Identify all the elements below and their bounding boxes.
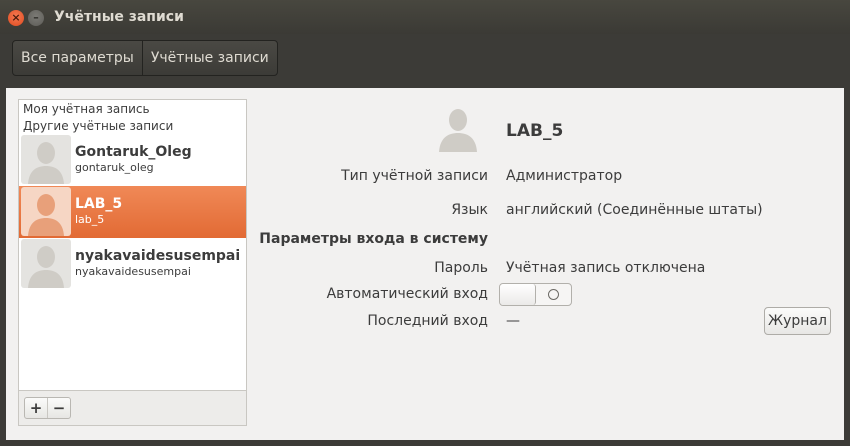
- avatar: [21, 239, 71, 288]
- user-name: LAB_5: [75, 196, 123, 212]
- switch-knob: [500, 284, 536, 305]
- settings-window: × – Учётные записи Все параметры Учётные…: [0, 0, 850, 446]
- language-value[interactable]: английский (Соединённые штаты): [506, 202, 763, 218]
- avatar: [21, 187, 71, 236]
- account-avatar[interactable]: [434, 104, 482, 152]
- user-login: nyakavaidesusempai: [75, 265, 191, 278]
- user-item-nyakavaidesusempai[interactable]: nyakavaidesusempai nyakavaidesusempai: [19, 238, 246, 290]
- user-login: lab_5: [75, 213, 105, 226]
- last-login-label: Последний вход: [367, 313, 488, 329]
- user-name: Gontaruk_Oleg: [75, 144, 192, 160]
- breadcrumb-user-accounts[interactable]: Учётные записи: [141, 41, 277, 75]
- login-options-heading: Параметры входа в систему: [259, 231, 488, 247]
- log-button[interactable]: Журнал: [764, 307, 831, 335]
- breadcrumb-all-settings[interactable]: Все параметры: [13, 41, 142, 75]
- password-value[interactable]: Учётная запись отключена: [506, 260, 705, 276]
- user-silhouette-icon: [28, 194, 64, 236]
- user-silhouette-icon: [439, 109, 477, 152]
- language-label: Язык: [451, 202, 488, 218]
- last-login-value: —: [506, 313, 520, 329]
- user-login: gontaruk_oleg: [75, 161, 154, 174]
- account-type-label: Тип учётной записи: [341, 168, 488, 184]
- user-list: Моя учётная запись Другие учётные записи…: [18, 99, 247, 391]
- autologin-label: Автоматический вход: [326, 286, 488, 302]
- account-type-value[interactable]: Администратор: [506, 168, 622, 184]
- title-bar: × – Учётные записи: [0, 0, 850, 34]
- toolbar: Все параметры Учётные записи: [0, 34, 850, 88]
- add-remove-buttons: + −: [24, 397, 71, 419]
- user-silhouette-icon: [28, 142, 64, 184]
- window-title: Учётные записи: [54, 9, 184, 25]
- section-other-accounts: Другие учётные записи: [23, 119, 174, 133]
- account-details: LAB_5 Тип учётной записи Администратор Я…: [246, 88, 844, 440]
- close-icon[interactable]: ×: [8, 10, 24, 26]
- switch-off-icon: [548, 289, 559, 300]
- remove-user-button[interactable]: −: [47, 398, 70, 418]
- breadcrumb: Все параметры Учётные записи: [12, 40, 278, 76]
- user-item-gontaruk-oleg[interactable]: Gontaruk_Oleg gontaruk_oleg: [19, 134, 246, 186]
- add-user-button[interactable]: +: [25, 398, 47, 418]
- minimize-icon[interactable]: –: [28, 10, 44, 26]
- account-name[interactable]: LAB_5: [506, 121, 563, 141]
- user-silhouette-icon: [28, 246, 64, 288]
- user-name: nyakavaidesusempai: [75, 248, 241, 264]
- avatar: [21, 135, 71, 184]
- user-item-lab-5[interactable]: LAB_5 lab_5: [19, 186, 246, 238]
- autologin-switch[interactable]: [499, 283, 572, 306]
- user-list-toolbar: + −: [18, 391, 247, 426]
- section-my-account: Моя учётная запись: [23, 102, 150, 116]
- password-label: Пароль: [434, 260, 488, 276]
- main-content: Моя учётная запись Другие учётные записи…: [6, 88, 844, 440]
